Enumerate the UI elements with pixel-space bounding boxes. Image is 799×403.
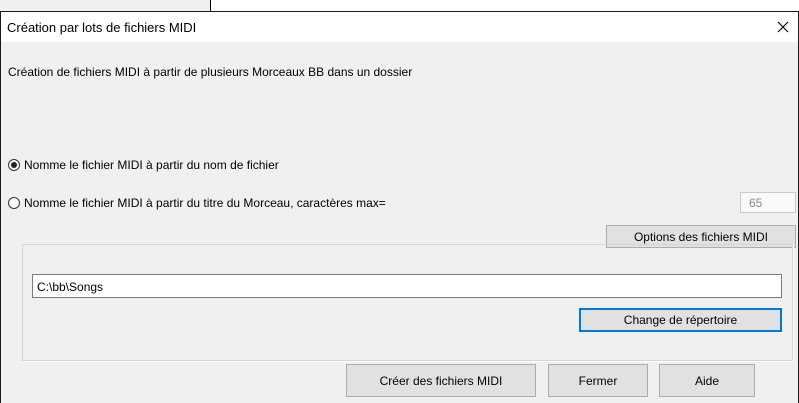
help-button[interactable]: Aide	[659, 364, 755, 397]
create-midi-button[interactable]: Créer des fichiers MIDI	[346, 364, 536, 397]
radio-label-filename: Nomme le fichier MIDI à partir du nom de…	[24, 158, 279, 172]
dialog-window: Création par lots de fichiers MIDI Créat…	[0, 11, 799, 403]
radio-button-selected[interactable]	[8, 159, 20, 171]
radio-dot	[11, 162, 17, 168]
close-icon	[777, 21, 789, 33]
folder-group-box	[22, 244, 794, 362]
radio-name-from-title[interactable]: Nomme le fichier MIDI à partir du titre …	[8, 196, 386, 210]
close-button[interactable]	[768, 12, 798, 42]
radio-button-unselected[interactable]	[8, 197, 20, 209]
close-dialog-button[interactable]: Fermer	[548, 364, 648, 397]
dialog-description: Création de fichiers MIDI à partir de pl…	[8, 65, 413, 79]
folder-path-input[interactable]: C:\bb\Songs	[32, 274, 782, 298]
radio-label-title: Nomme le fichier MIDI à partir du titre …	[24, 196, 386, 210]
change-folder-button[interactable]: Change de répertoire	[579, 308, 782, 332]
title-bar: Création par lots de fichiers MIDI	[1, 12, 798, 42]
window-title: Création par lots de fichiers MIDI	[7, 20, 197, 35]
max-chars-field[interactable]: 65	[740, 192, 796, 213]
radio-name-from-filename[interactable]: Nomme le fichier MIDI à partir du nom de…	[8, 158, 279, 172]
